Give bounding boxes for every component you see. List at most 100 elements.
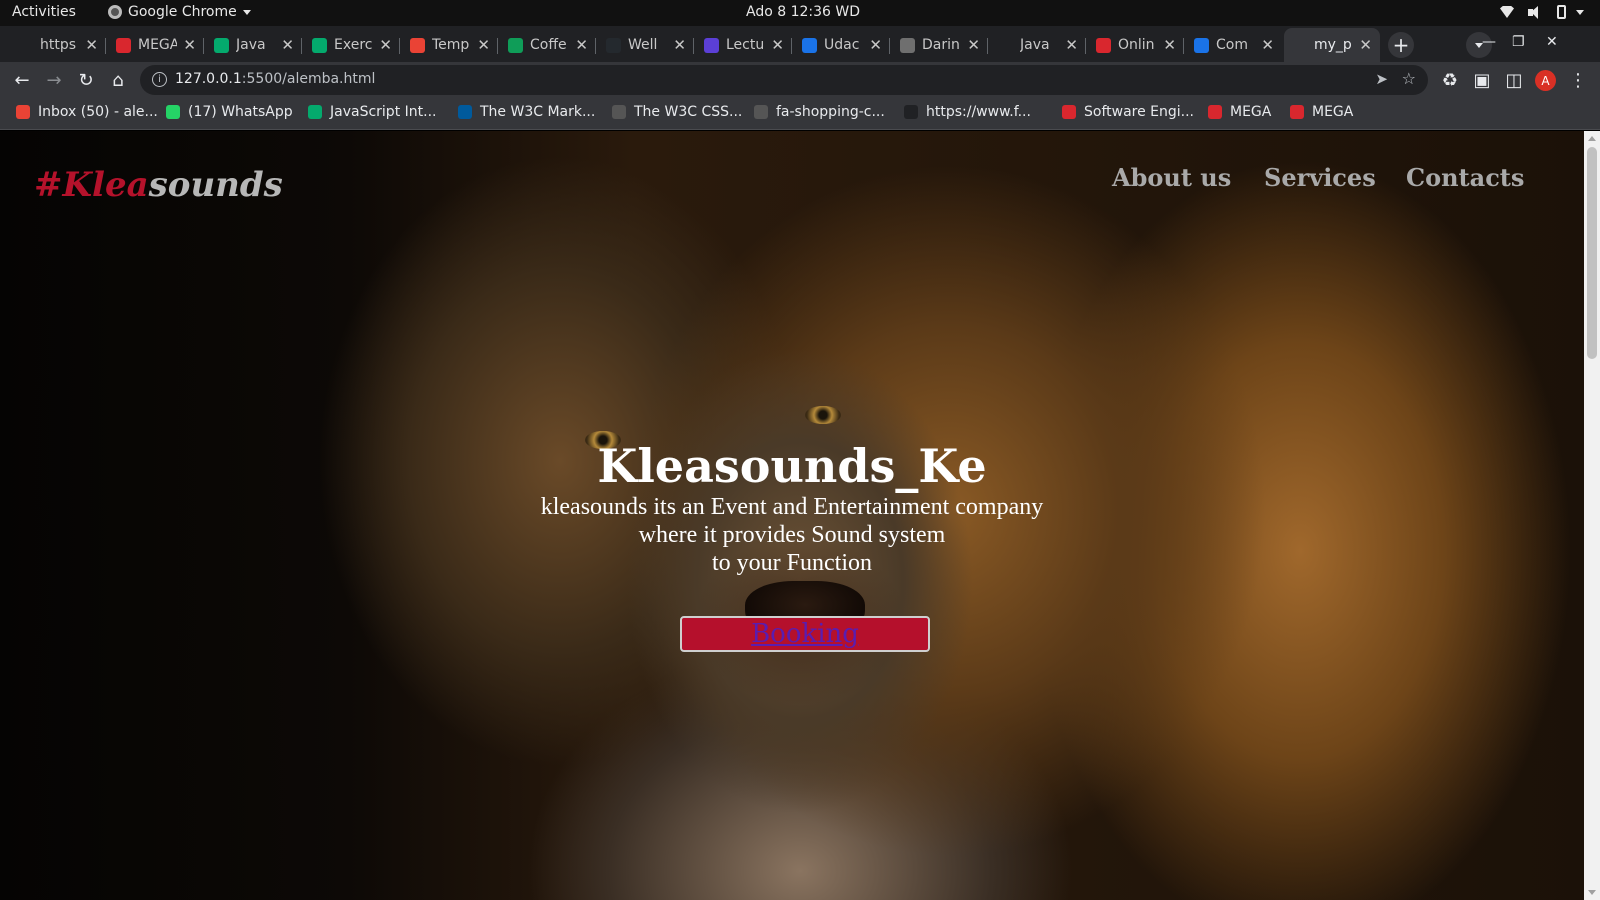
clock[interactable]: Ado 8 12:36 WD (746, 4, 860, 20)
bookmark-label: (17) WhatsApp (188, 104, 293, 120)
bookmark-item[interactable]: JavaScript Int... (308, 104, 436, 120)
side-panel-icon[interactable]: ◫ (1502, 68, 1526, 92)
new-tab-button[interactable]: + (1388, 32, 1414, 58)
nav-contacts[interactable]: Contacts (1406, 163, 1524, 192)
minimize-icon[interactable]: — (1482, 34, 1496, 50)
close-tab-icon[interactable]: ✕ (869, 36, 882, 54)
tab-10[interactable]: Java ✕ (990, 30, 1086, 60)
scroll-down-arrow-icon[interactable] (1588, 890, 1596, 895)
bookmark-label: The W3C Mark... (480, 104, 596, 120)
browser-toolbar: ← → ↻ ⌂ i 127.0.0.1:5500/alemba.html ➤ ☆… (0, 62, 1600, 98)
tab-4[interactable]: Temp ✕ (402, 30, 498, 60)
chrome-icon (108, 5, 122, 19)
activities-button[interactable]: Activities (12, 4, 76, 20)
bookmarks-bar: Inbox (50) - ale... (17) WhatsApp JavaScri… (0, 98, 1600, 130)
caret-down-icon (242, 9, 251, 15)
bookmark-star-icon[interactable]: ☆ (1402, 69, 1416, 88)
cast-icon[interactable]: ▣ (1470, 68, 1494, 92)
booking-button[interactable]: Booking (680, 616, 930, 652)
bookmark-item[interactable]: Software Engi... (1062, 104, 1194, 120)
brand-hash: #Klea (34, 165, 149, 205)
bookmark-label: fa-shopping-c... (776, 104, 885, 120)
tab-2[interactable]: Java ✕ (206, 30, 302, 60)
nav-services[interactable]: Services (1264, 163, 1376, 192)
close-tab-icon[interactable]: ✕ (379, 36, 392, 54)
bookmark-item[interactable]: The W3C CSS... (612, 104, 742, 120)
close-tab-icon[interactable]: ✕ (967, 36, 980, 54)
site-info-icon[interactable]: i (152, 72, 167, 87)
tab-3[interactable]: Exerc ✕ (304, 30, 400, 60)
hero-title: Kleasounds_Ke (597, 439, 987, 493)
tab-1[interactable]: MEGA ✕ (108, 30, 204, 60)
bookmark-label: The W3C CSS... (634, 104, 743, 120)
gmail-icon (16, 105, 30, 119)
hero-line-3: to your Function (712, 550, 872, 576)
home-icon[interactable]: ⌂ (106, 68, 130, 92)
page-scrollbar[interactable] (1584, 131, 1600, 900)
page-viewport: #Kleasounds About us Services Contacts K… (0, 131, 1584, 900)
tab-title: Java (1020, 37, 1050, 53)
close-tab-icon[interactable]: ✕ (673, 36, 686, 54)
bookmark-item[interactable]: fa-shopping-c... (754, 104, 885, 120)
flag-icon (754, 105, 768, 119)
bookmark-item[interactable]: MEGA (1290, 104, 1353, 120)
system-tray[interactable] (1500, 5, 1584, 19)
tab-13[interactable]: my_p ✕ (1284, 28, 1380, 62)
nav-about-us[interactable]: About us (1112, 163, 1231, 192)
bookmark-item[interactable]: https://www.f... (904, 104, 1031, 120)
forward-arrow-icon[interactable]: → (42, 68, 66, 92)
css-icon (612, 105, 626, 119)
more-menu-icon[interactable]: ⋮ (1566, 68, 1590, 92)
close-tab-icon[interactable]: ✕ (1261, 36, 1274, 54)
bookmark-item[interactable]: MEGA (1208, 104, 1271, 120)
close-tab-icon[interactable]: ✕ (1163, 36, 1176, 54)
back-arrow-icon[interactable]: ← (10, 68, 34, 92)
reload-icon[interactable]: ↻ (74, 68, 98, 92)
w3c-icon (458, 105, 472, 119)
tab-7[interactable]: Lectu ✕ (696, 30, 792, 60)
brand-logo[interactable]: #Kleasounds (34, 165, 283, 205)
close-tab-icon[interactable]: ✕ (771, 36, 784, 54)
scroll-up-arrow-icon[interactable] (1588, 136, 1596, 141)
tab-8[interactable]: Udac ✕ (794, 30, 890, 60)
close-tab-icon[interactable]: ✕ (281, 36, 294, 54)
scrollbar-thumb[interactable] (1587, 147, 1597, 359)
close-tab-icon[interactable]: ✕ (85, 36, 98, 54)
bookmark-label: Inbox (50) - ale... (38, 104, 158, 120)
w-icon (312, 37, 327, 53)
tab-title: Lectu (726, 37, 765, 53)
bookmark-item[interactable]: Inbox (50) - ale... (16, 104, 158, 120)
tab-title: https (40, 37, 77, 53)
tab-11[interactable]: Onlin ✕ (1088, 30, 1184, 60)
bookmark-item[interactable]: (17) WhatsApp (166, 104, 293, 120)
close-tab-icon[interactable]: ✕ (1359, 36, 1372, 54)
tab-0[interactable]: https ✕ (10, 30, 106, 60)
bookmark-item[interactable]: The W3C Mark... (458, 104, 595, 120)
close-tab-icon[interactable]: ✕ (1065, 36, 1078, 54)
restore-icon[interactable]: ❐ (1512, 34, 1525, 50)
tab-6[interactable]: Well ✕ (598, 30, 694, 60)
extensions-puzzle-icon[interactable]: ♻ (1438, 68, 1462, 92)
tab-title: Exerc (334, 37, 373, 53)
close-tab-icon[interactable]: ✕ (183, 36, 196, 54)
app-menu[interactable]: Google Chrome (108, 4, 251, 20)
tab-12[interactable]: Com ✕ (1186, 30, 1282, 60)
play-icon (1194, 37, 1209, 53)
url-host: 127.0.0.1 (175, 71, 242, 87)
tab-5[interactable]: Coffe ✕ (500, 30, 596, 60)
tab-title: Java (236, 37, 266, 53)
close-tab-icon[interactable]: ✕ (477, 36, 490, 54)
profile-avatar[interactable]: A (1535, 70, 1556, 91)
share-icon[interactable]: ➤ (1375, 70, 1388, 88)
bookmark-label: JavaScript Int... (330, 104, 437, 120)
tab-9[interactable]: Darin ✕ (892, 30, 988, 60)
mega-icon (1208, 105, 1222, 119)
tab-title: Udac (824, 37, 860, 53)
gmail-icon (410, 37, 425, 53)
tab-title: MEGA (138, 37, 178, 53)
close-window-icon[interactable]: ✕ (1546, 34, 1558, 50)
address-bar[interactable]: i 127.0.0.1:5500/alemba.html ➤ ☆ (140, 65, 1428, 95)
url-text[interactable]: 127.0.0.1:5500/alemba.html (175, 71, 375, 87)
close-tab-icon[interactable]: ✕ (575, 36, 588, 54)
tab-title: Onlin (1118, 37, 1155, 53)
